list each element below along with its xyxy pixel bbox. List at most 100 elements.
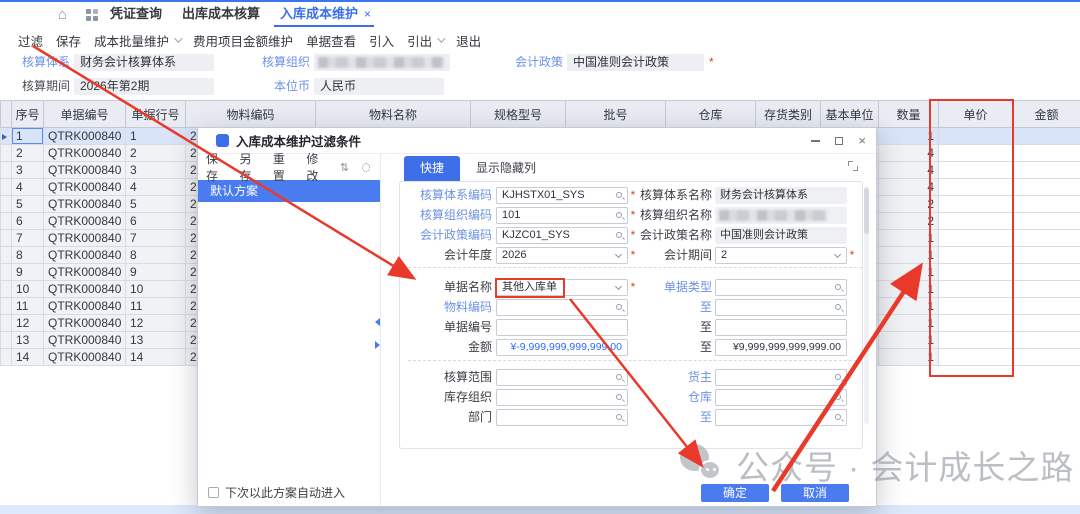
cell-marker[interactable] (1, 281, 12, 298)
field-input[interactable] (715, 319, 847, 336)
cell-doc-no[interactable]: QTRK000840 (44, 281, 126, 298)
chevron-down-icon[interactable] (615, 251, 622, 258)
cell-line-no[interactable]: 13 (126, 332, 186, 349)
toolbar-import-button[interactable]: 引入 (369, 31, 394, 50)
cell-qty[interactable]: 1 (879, 128, 939, 145)
column-header-qty[interactable]: 数量 (879, 101, 939, 128)
field-input[interactable] (496, 299, 628, 316)
cell-qty[interactable]: 1 (879, 349, 939, 366)
cell-marker[interactable] (1, 128, 12, 145)
toolbar-view-doc-button[interactable]: 单据查看 (306, 31, 356, 50)
dialog-title-bar[interactable]: 入库成本维护过滤条件 × (198, 128, 876, 154)
column-header-material-code[interactable]: 物料编码 (186, 101, 316, 128)
scheme-save-as-button[interactable]: 另存 (239, 150, 259, 184)
cell-line-no[interactable]: 1 (126, 128, 186, 145)
cell-doc-no[interactable]: QTRK000840 (44, 196, 126, 213)
column-header-base-unit[interactable]: 基本单位 (821, 101, 879, 128)
column-header-batch-no[interactable]: 批号 (566, 101, 666, 128)
cell-seq[interactable]: 10 (12, 281, 44, 298)
field-input[interactable]: KJHSTX01_SYS (496, 187, 628, 204)
cell-price[interactable] (939, 264, 1013, 281)
cell-amount[interactable] (1013, 179, 1080, 196)
field-input[interactable] (715, 299, 847, 316)
field-input[interactable] (496, 319, 628, 336)
search-icon[interactable] (616, 414, 622, 420)
cell-qty[interactable]: 1 (879, 230, 939, 247)
search-icon[interactable] (616, 212, 622, 218)
cell-price[interactable] (939, 298, 1013, 315)
field-input[interactable] (715, 369, 847, 386)
cell-line-no[interactable]: 9 (126, 264, 186, 281)
cell-doc-no[interactable]: QTRK000840 (44, 264, 126, 281)
column-header-warehouse[interactable]: 仓库 (666, 101, 756, 128)
cell-amount[interactable] (1013, 332, 1080, 349)
search-icon[interactable] (616, 374, 622, 380)
cell-seq[interactable]: 7 (12, 230, 44, 247)
close-tab-icon[interactable]: × (364, 7, 371, 21)
cell-seq[interactable]: 11 (12, 298, 44, 315)
cell-amount[interactable] (1013, 349, 1080, 366)
search-icon[interactable] (616, 394, 622, 400)
cell-doc-no[interactable]: QTRK000840 (44, 315, 126, 332)
cell-price[interactable] (939, 162, 1013, 179)
toolbar-exit-button[interactable]: 退出 (456, 31, 481, 50)
column-header-spec[interactable]: 规格型号 (471, 101, 566, 128)
cell-line-no[interactable]: 10 (126, 281, 186, 298)
scheme-save-button[interactable]: 保存 (206, 150, 226, 184)
search-icon[interactable] (835, 374, 841, 380)
column-header-doc-no[interactable]: 单据编号 (44, 101, 126, 128)
toolbar-export-button[interactable]: 引出 (407, 31, 443, 50)
cell-seq[interactable]: 5 (12, 196, 44, 213)
cell-line-no[interactable]: 6 (126, 213, 186, 230)
cell-seq[interactable]: 12 (12, 315, 44, 332)
column-header-line-no[interactable]: 单据行号 (126, 101, 186, 128)
column-header-seq[interactable]: 序号 (12, 101, 44, 128)
tab-inbound-cost-maintenance[interactable]: 入库成本维护× (280, 2, 371, 26)
cell-doc-no[interactable]: QTRK000840 (44, 162, 126, 179)
search-icon[interactable] (835, 414, 841, 420)
cell-qty[interactable]: 1 (879, 315, 939, 332)
cell-line-no[interactable]: 12 (126, 315, 186, 332)
search-icon[interactable] (835, 394, 841, 400)
cell-price[interactable] (939, 315, 1013, 332)
cell-seq[interactable]: 3 (12, 162, 44, 179)
maximize-icon[interactable] (835, 137, 843, 145)
tab-quick-filter[interactable]: 快捷 (404, 156, 460, 181)
cell-amount[interactable] (1013, 213, 1080, 230)
gear-icon[interactable] (362, 163, 370, 172)
cell-qty[interactable]: 1 (879, 264, 939, 281)
cell-marker[interactable] (1, 315, 12, 332)
cell-marker[interactable] (1, 298, 12, 315)
toolbar-expense-amount-button[interactable]: 费用项目金额维护 (193, 31, 293, 50)
search-icon[interactable] (835, 284, 841, 290)
tab-voucher-query[interactable]: 凭证查询 (110, 2, 162, 26)
cell-marker[interactable] (1, 230, 12, 247)
cell-doc-no[interactable]: QTRK000840 (44, 298, 126, 315)
cell-line-no[interactable]: 7 (126, 230, 186, 247)
cell-marker[interactable] (1, 162, 12, 179)
toolbar-batch-maintain-button[interactable]: 成本批量维护 (94, 31, 180, 50)
cell-marker[interactable] (1, 264, 12, 281)
search-icon[interactable] (835, 304, 841, 310)
cell-amount[interactable] (1013, 230, 1080, 247)
cell-marker[interactable] (1, 145, 12, 162)
cell-price[interactable] (939, 230, 1013, 247)
chevron-down-icon[interactable] (615, 283, 622, 290)
cell-seq[interactable]: 2 (12, 145, 44, 162)
field-input[interactable] (715, 409, 847, 426)
cell-amount[interactable] (1013, 196, 1080, 213)
field-input[interactable] (496, 389, 628, 406)
cell-price[interactable] (939, 145, 1013, 162)
cell-line-no[interactable]: 2 (126, 145, 186, 162)
cell-qty[interactable]: 1 (879, 281, 939, 298)
cell-marker[interactable] (1, 332, 12, 349)
sort-icon[interactable]: ⇅ (340, 161, 349, 174)
cell-qty[interactable]: 1 (879, 332, 939, 349)
home-icon[interactable]: ⌂ (58, 6, 67, 23)
search-icon[interactable] (616, 304, 622, 310)
toolbar-filter-button[interactable]: 过滤 (18, 31, 43, 50)
scheme-reset-button[interactable]: 重置 (273, 150, 293, 184)
cell-qty[interactable]: 4 (879, 179, 939, 196)
cell-seq[interactable]: 9 (12, 264, 44, 281)
cell-price[interactable] (939, 349, 1013, 366)
